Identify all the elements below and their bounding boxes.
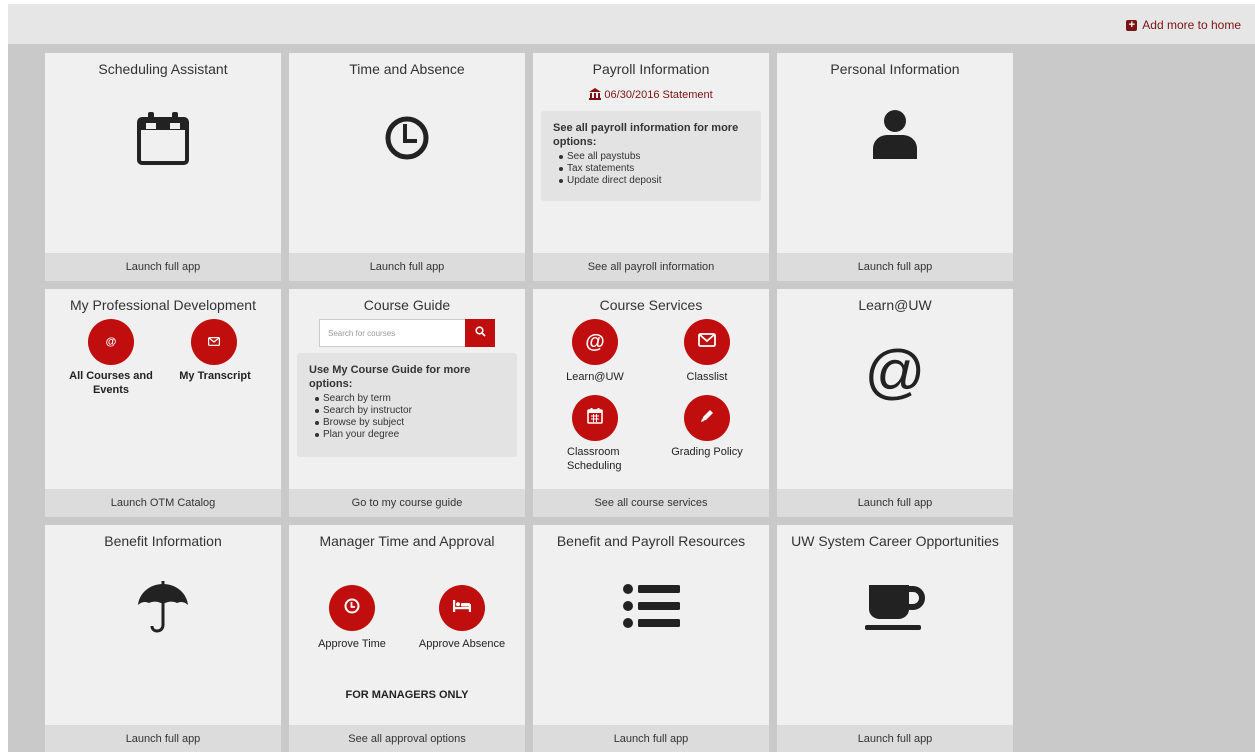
tile-scheduling-assistant[interactable]: Scheduling Assistant Launch full app [45, 53, 281, 281]
tile-payroll-information[interactable]: Payroll Information 06/30/2016 Statement… [533, 53, 769, 281]
add-more-to-home-link[interactable]: + Add more to home [1126, 18, 1241, 32]
go-to-course-guide-button[interactable]: Go to my course guide [289, 489, 525, 517]
tile-course-guide[interactable]: Course Guide Use My Course Guide for mor… [289, 289, 525, 517]
tile-benefit-information[interactable]: Benefit Information Launch full app [45, 525, 281, 752]
tile-benefit-and-payroll-resources[interactable]: Benefit and Payroll Resources Launch ful… [533, 525, 769, 752]
plus-square-icon: + [1126, 19, 1138, 31]
calendar-icon [587, 407, 603, 429]
clock-icon [289, 115, 525, 166]
coffee-cup-icon [777, 583, 1013, 636]
managers-only-note: FOR MANAGERS ONLY [345, 689, 469, 701]
grading-policy-button[interactable] [684, 395, 730, 441]
list-item: Plan your degree [315, 429, 505, 441]
tile-my-professional-development[interactable]: My Professional Development @ All Course… [45, 289, 281, 517]
launch-full-app-button[interactable]: Launch full app [777, 489, 1013, 517]
list-item: Update direct deposit [559, 175, 749, 187]
tile-title: My Professional Development [70, 297, 256, 313]
tile-manager-time-and-approval[interactable]: Manager Time and Approval Approve Time A… [289, 525, 525, 752]
tile-title: Payroll Information [592, 61, 710, 77]
widget-grid: Scheduling Assistant Launch full app Tim… [8, 44, 1255, 752]
add-more-label: Add more to home [1142, 18, 1241, 32]
envelope-icon [208, 333, 221, 351]
learn-uw-label: Learn@UW [566, 371, 624, 383]
tile-title: Manager Time and Approval [319, 533, 495, 549]
list-item: Search by instructor [315, 405, 505, 417]
launch-full-app-button[interactable]: Launch full app [777, 253, 1013, 281]
approve-absence-button[interactable] [439, 585, 485, 631]
at-sign-icon: @ [105, 336, 117, 348]
all-courses-label: All Courses and Events [69, 370, 153, 396]
info-heading: See all payroll information for more opt… [553, 122, 739, 148]
approve-absence-label: Approve Absence [418, 638, 506, 650]
tile-title: Time and Absence [349, 61, 465, 77]
search-icon [474, 324, 486, 342]
tile-time-and-absence[interactable]: Time and Absence Launch full app [289, 53, 525, 281]
course-search-input[interactable] [319, 319, 465, 347]
course-guide-options-box: Use My Course Guide for more options: Se… [297, 353, 517, 457]
payroll-options-list: See all paystubs Tax statements Update d… [559, 151, 749, 187]
launch-otm-catalog-button[interactable]: Launch OTM Catalog [45, 489, 281, 517]
tile-title: Course Guide [363, 297, 451, 313]
envelope-icon [698, 332, 716, 352]
at-sign-icon: @ [585, 330, 605, 353]
classroom-scheduling-button[interactable] [572, 395, 618, 441]
bank-icon [589, 88, 602, 103]
classroom-scheduling-label: Classroom Scheduling [567, 446, 622, 472]
tile-uw-system-career-opportunities[interactable]: UW System Career Opportunities Launch fu… [777, 525, 1013, 752]
calendar-icon [45, 111, 281, 170]
learn-uw-button[interactable]: @ [572, 319, 618, 365]
list-item: Tax statements [559, 163, 749, 175]
approve-time-button[interactable] [329, 585, 375, 631]
tile-title: Learn@UW [858, 297, 932, 313]
payroll-options-box: See all payroll information for more opt… [541, 111, 761, 201]
list-item: Browse by subject [315, 417, 505, 429]
classlist-button[interactable] [684, 319, 730, 365]
bed-icon [453, 599, 471, 617]
statement-label: 06/30/2016 Statement [604, 89, 713, 101]
see-all-approval-options-button[interactable]: See all approval options [289, 725, 525, 752]
tile-personal-information[interactable]: Personal Information Launch full app [777, 53, 1013, 281]
see-all-payroll-button[interactable]: See all payroll information [533, 253, 769, 281]
grading-policy-label: Grading Policy [671, 446, 743, 458]
tile-title: UW System Career Opportunities [791, 533, 999, 549]
my-transcript-button[interactable] [191, 319, 237, 365]
course-guide-options-list: Search by term Search by instructor Brow… [315, 393, 505, 441]
tile-title: Course Services [599, 297, 703, 313]
launch-full-app-button[interactable]: Launch full app [289, 253, 525, 281]
tile-course-services[interactable]: Course Services @ Learn@UW Classlist Cla… [533, 289, 769, 517]
list-icon [533, 583, 769, 634]
classlist-label: Classlist [686, 371, 728, 383]
at-sign-icon: @ [864, 338, 926, 405]
pencil-icon [699, 408, 715, 429]
tile-title: Benefit and Payroll Resources [556, 533, 746, 549]
see-all-course-services-button[interactable]: See all course services [533, 489, 769, 517]
tile-title: Scheduling Assistant [98, 61, 228, 77]
course-search [319, 319, 495, 347]
clock-icon [344, 598, 360, 619]
course-search-button[interactable] [465, 319, 495, 347]
user-icon [777, 109, 1013, 164]
my-transcript-label: My Transcript [179, 370, 251, 382]
tile-learn-uw[interactable]: Learn@UW @ Launch full app [777, 289, 1013, 517]
list-item: See all paystubs [559, 151, 749, 163]
info-heading: Use My Course Guide for more options: [309, 364, 471, 390]
top-bar: + Add more to home [8, 4, 1255, 44]
umbrella-icon [45, 581, 281, 638]
tile-title: Personal Information [830, 61, 960, 77]
launch-full-app-button[interactable]: Launch full app [533, 725, 769, 752]
launch-full-app-button[interactable]: Launch full app [45, 725, 281, 752]
launch-full-app-button[interactable]: Launch full app [45, 253, 281, 281]
statement-link[interactable]: 06/30/2016 Statement [533, 88, 769, 103]
launch-full-app-button[interactable]: Launch full app [777, 725, 1013, 752]
list-item: Search by term [315, 393, 505, 405]
tile-title: Benefit Information [104, 533, 222, 549]
all-courses-button[interactable]: @ [88, 319, 134, 365]
approve-time-label: Approve Time [318, 638, 386, 650]
